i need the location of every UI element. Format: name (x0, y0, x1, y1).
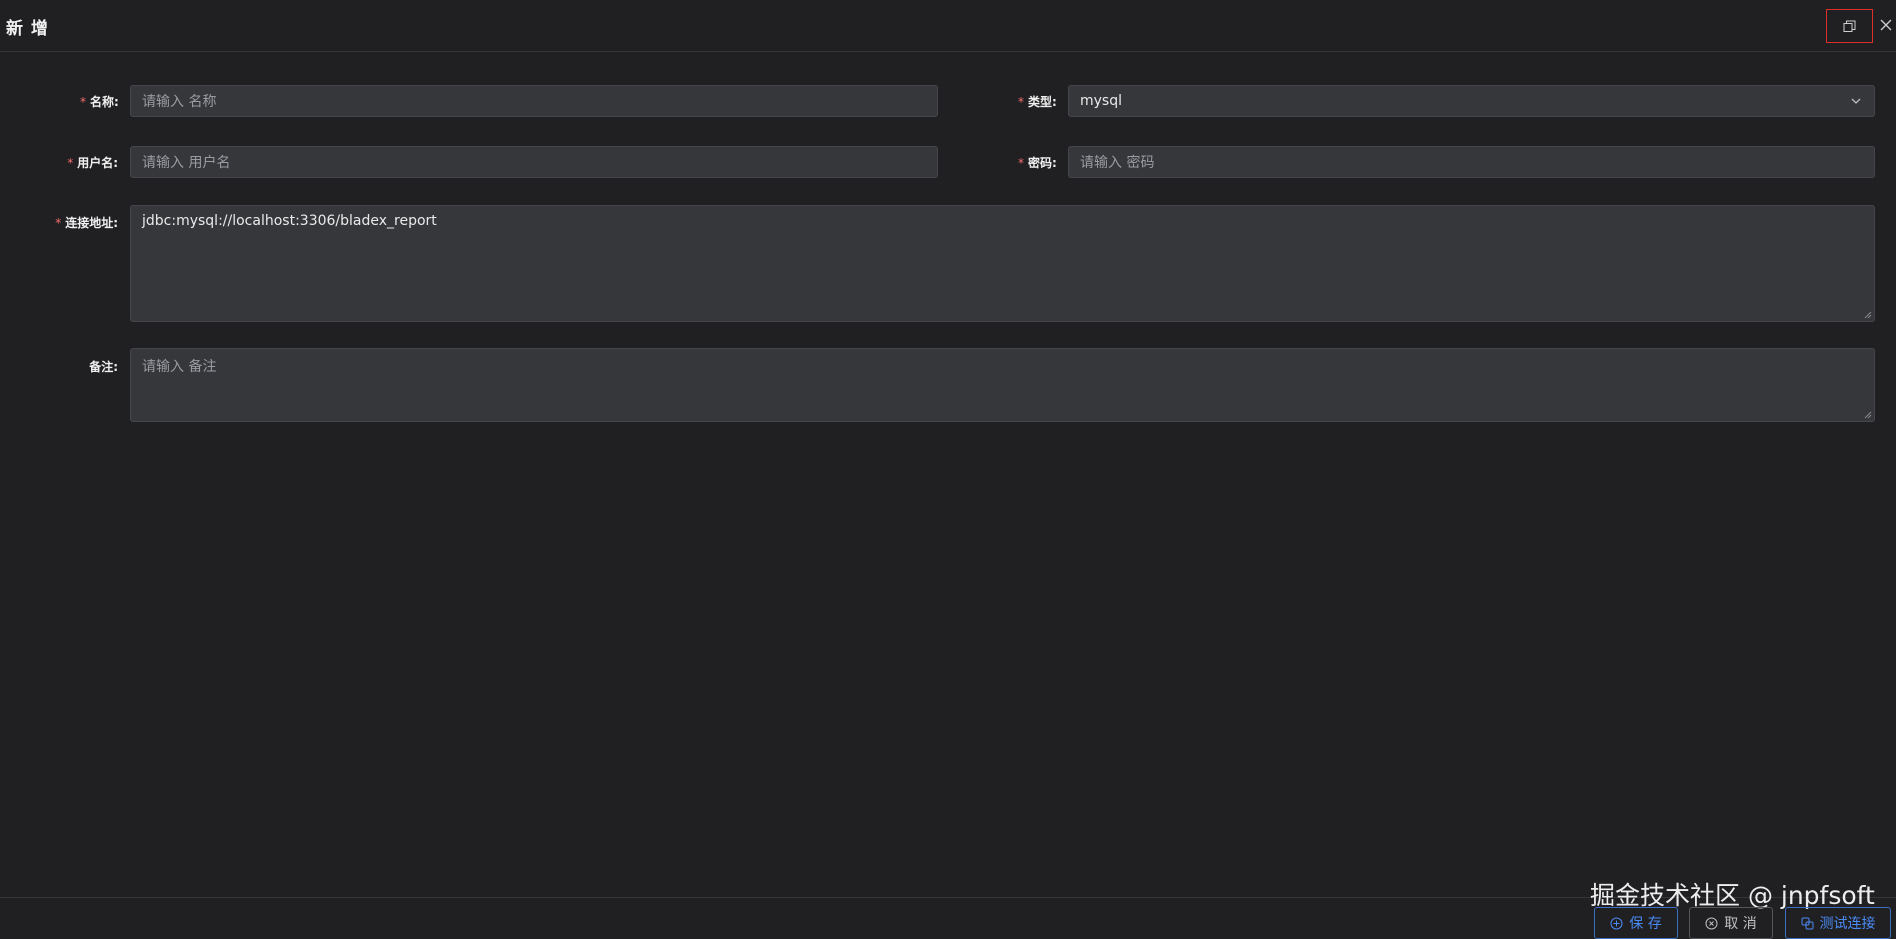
test-connection-button[interactable]: 测试连接 (1785, 907, 1891, 939)
url-value: jdbc:mysql://localhost:3306/bladex_repor… (142, 213, 437, 229)
url-textarea[interactable]: jdbc:mysql://localhost:3306/bladex_repor… (130, 205, 1875, 322)
required-mark: * (67, 156, 74, 170)
resize-grip-icon[interactable] (1864, 411, 1872, 419)
required-mark: * (80, 95, 86, 109)
window-restore-icon (1843, 20, 1856, 32)
type-value: mysql (1080, 93, 1122, 109)
username-placeholder: 请输入 用户名 (142, 155, 231, 171)
dialog-header: 新 增 (0, 0, 1896, 52)
plus-circle-icon (1610, 917, 1623, 929)
close-circle-icon (1705, 917, 1718, 929)
cancel-label: 取 消 (1724, 916, 1757, 932)
dialog-title: 新 增 (6, 19, 49, 39)
link-icon (1801, 917, 1813, 929)
password-label: * 密码: (1018, 156, 1057, 170)
close-icon (1880, 19, 1892, 31)
name-placeholder: 请输入 名称 (142, 94, 217, 110)
remark-placeholder: 请输入 备注 (142, 359, 217, 375)
password-input[interactable]: 请输入 密码 (1068, 146, 1875, 178)
remark-label: 备注: (89, 360, 118, 374)
type-select[interactable]: mysql (1068, 85, 1875, 117)
remark-textarea[interactable]: 请输入 备注 (130, 348, 1875, 422)
cancel-button[interactable]: 取 消 (1689, 907, 1773, 939)
type-label: * 类型: (1018, 95, 1057, 109)
password-placeholder: 请输入 密码 (1080, 155, 1155, 171)
required-mark: * (55, 216, 62, 230)
chevron-down-icon (1851, 98, 1861, 104)
close-button[interactable] (1876, 14, 1896, 36)
name-label: * 名称: (80, 95, 119, 109)
url-label: * 连接地址: (55, 216, 118, 230)
required-mark: * (1018, 95, 1024, 109)
username-input[interactable]: 请输入 用户名 (130, 146, 938, 178)
save-label: 保 存 (1629, 916, 1662, 932)
required-mark: * (1018, 156, 1024, 170)
fullscreen-button[interactable] (1826, 9, 1873, 43)
test-connection-label: 测试连接 (1819, 916, 1876, 932)
resize-grip-icon[interactable] (1864, 311, 1872, 319)
username-label: * 用户名: (67, 156, 118, 170)
name-input[interactable]: 请输入 名称 (130, 85, 938, 117)
save-button[interactable]: 保 存 (1594, 907, 1678, 939)
